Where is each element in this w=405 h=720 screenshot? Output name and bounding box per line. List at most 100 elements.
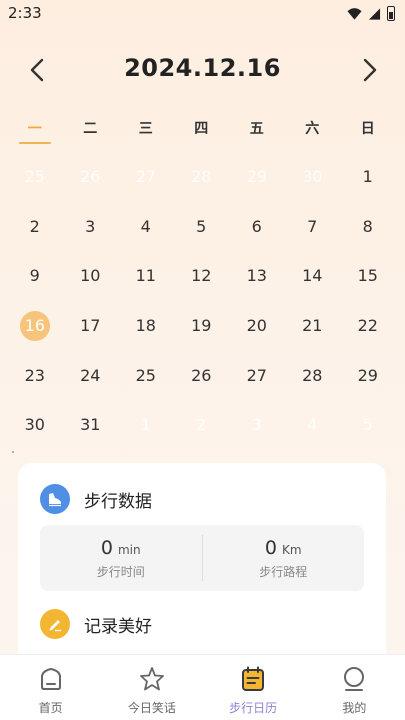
calendar-day[interactable]: 24	[63, 350, 119, 400]
calendar-day-next-month[interactable]: 1	[118, 400, 174, 450]
wifi-icon	[347, 7, 362, 20]
calendar-day-prev-month[interactable]: 28	[174, 152, 230, 202]
calendar-day[interactable]: 23	[7, 350, 63, 400]
calendar-day-next-month[interactable]: 2	[174, 400, 230, 450]
walk-distance-number: 0	[264, 536, 278, 559]
calendar-week: 30 31 1 2 3 4 5	[7, 400, 396, 450]
calendar-day[interactable]: 6	[229, 202, 285, 252]
nav-item-jokes[interactable]: 今日笑话	[101, 655, 202, 720]
nav-item-home[interactable]: 首页	[0, 655, 101, 720]
nav-label-jokes: 今日笑话	[127, 701, 176, 715]
calendar-day[interactable]: 28	[285, 350, 341, 400]
calendar-day[interactable]: 1	[340, 152, 396, 202]
day-number: 6	[251, 216, 262, 236]
calendar-day[interactable]: 19	[174, 301, 230, 351]
calendar-day-next-month[interactable]: 5	[340, 400, 396, 450]
calendar-day[interactable]: 22	[340, 301, 396, 351]
calendar-day-next-month[interactable]: 3	[229, 400, 285, 450]
calendar-day[interactable]: 14	[285, 251, 341, 301]
calendar-day[interactable]: 31	[63, 400, 119, 450]
record-section-header[interactable]: 记录美好	[40, 609, 152, 639]
calendar-icon	[242, 666, 265, 691]
walk-distance-value: 0 Km	[265, 537, 302, 559]
weekday-row: 一 二 三 四 五 六 日	[7, 118, 396, 148]
day-number: 2	[29, 216, 40, 236]
calendar-day-next-month[interactable]: 4	[285, 400, 341, 450]
weekday-label: 四	[194, 121, 209, 137]
day-number: 27	[135, 167, 156, 187]
profile-icon	[344, 667, 365, 691]
walk-time-label: 步行时间	[96, 564, 145, 579]
day-number: 17	[80, 316, 101, 336]
calendar-day[interactable]: 7	[285, 202, 341, 252]
calendar-day[interactable]: 26	[174, 350, 230, 400]
day-number: 3	[251, 415, 262, 435]
day-number: 30	[24, 415, 45, 435]
day-number: 9	[29, 266, 40, 286]
day-number: 12	[191, 266, 212, 286]
calendar-day[interactable]: 8	[340, 202, 396, 252]
walk-time-unit: min	[117, 542, 141, 557]
calendar-day[interactable]: 30	[7, 400, 63, 450]
nav-item-walk-calendar[interactable]: 步行日历	[203, 655, 304, 720]
nav-label-profile: 我的	[342, 701, 367, 715]
day-number: 20	[246, 316, 267, 336]
calendar-day[interactable]: 12	[174, 251, 230, 301]
calendar-day-prev-month[interactable]: 25	[7, 152, 63, 202]
day-number: 5	[362, 415, 373, 435]
calendar-day-prev-month[interactable]: 29	[229, 152, 285, 202]
day-number: 11	[135, 266, 156, 286]
calendar-day[interactable]: 29	[340, 350, 396, 400]
walk-distance-stat: 0 Km 步行路程	[203, 525, 365, 591]
day-number: 4	[140, 216, 151, 236]
calendar-day[interactable]: 11	[118, 251, 174, 301]
home-icon	[40, 667, 61, 690]
calendar-day[interactable]: 9	[7, 251, 63, 301]
calendar-week: 2 3 4 5 6 7 8	[7, 202, 396, 252]
calendar-day-selected[interactable]: 16	[7, 301, 63, 351]
calendar-day-prev-month[interactable]: 30	[285, 152, 341, 202]
day-number: 1	[362, 167, 373, 187]
calendar-day[interactable]: 17	[63, 301, 119, 351]
calendar-grid: 25 26 27 28 29 30 1 2 3 4 5 6 7 8 9 10 1…	[7, 152, 396, 450]
decorative-dot	[12, 451, 14, 453]
calendar-header: 2024.12.16	[0, 50, 405, 90]
calendar-day-prev-month[interactable]: 26	[63, 152, 119, 202]
day-number: 26	[80, 167, 101, 187]
calendar-week: 9 10 11 12 13 14 15	[7, 251, 396, 301]
walk-distance-label: 步行路程	[259, 564, 308, 579]
day-number: 28	[302, 365, 323, 385]
calendar-day[interactable]: 21	[285, 301, 341, 351]
calendar-day[interactable]: 5	[174, 202, 230, 252]
day-number: 24	[80, 365, 101, 385]
status-time: 2:33	[8, 4, 42, 22]
steps-stats: 0 min 步行时间 0 Km 步行路程	[40, 525, 364, 591]
calendar-day[interactable]: 25	[118, 350, 174, 400]
walk-time-stat: 0 min 步行时间	[40, 525, 202, 591]
day-number: 29	[246, 167, 267, 187]
battery-icon	[387, 6, 395, 21]
day-number: 10	[80, 266, 101, 286]
calendar-day[interactable]: 3	[63, 202, 119, 252]
steps-section-header: 步行数据	[40, 484, 152, 514]
weekday-label: 二	[83, 121, 98, 137]
calendar-day[interactable]: 4	[118, 202, 174, 252]
day-number: 28	[191, 167, 212, 187]
info-card: 步行数据 0 min 步行时间 0 Km 步行路程 记录美好	[18, 463, 386, 683]
weekday-label: 五	[249, 121, 264, 137]
day-number: 27	[246, 365, 267, 385]
calendar-day[interactable]: 20	[229, 301, 285, 351]
calendar-day[interactable]: 10	[63, 251, 119, 301]
calendar-day[interactable]: 27	[229, 350, 285, 400]
calendar-day-prev-month[interactable]: 27	[118, 152, 174, 202]
calendar-day[interactable]: 13	[229, 251, 285, 301]
day-number: 4	[307, 415, 318, 435]
weekday-label: 三	[138, 121, 153, 137]
calendar-day[interactable]: 15	[340, 251, 396, 301]
nav-item-profile[interactable]: 我的	[304, 655, 405, 720]
calendar-day[interactable]: 18	[118, 301, 174, 351]
chevron-right-icon[interactable]	[355, 56, 383, 84]
calendar-day[interactable]: 2	[7, 202, 63, 252]
day-number: 5	[196, 216, 207, 236]
weekday-label: 一	[7, 118, 63, 148]
